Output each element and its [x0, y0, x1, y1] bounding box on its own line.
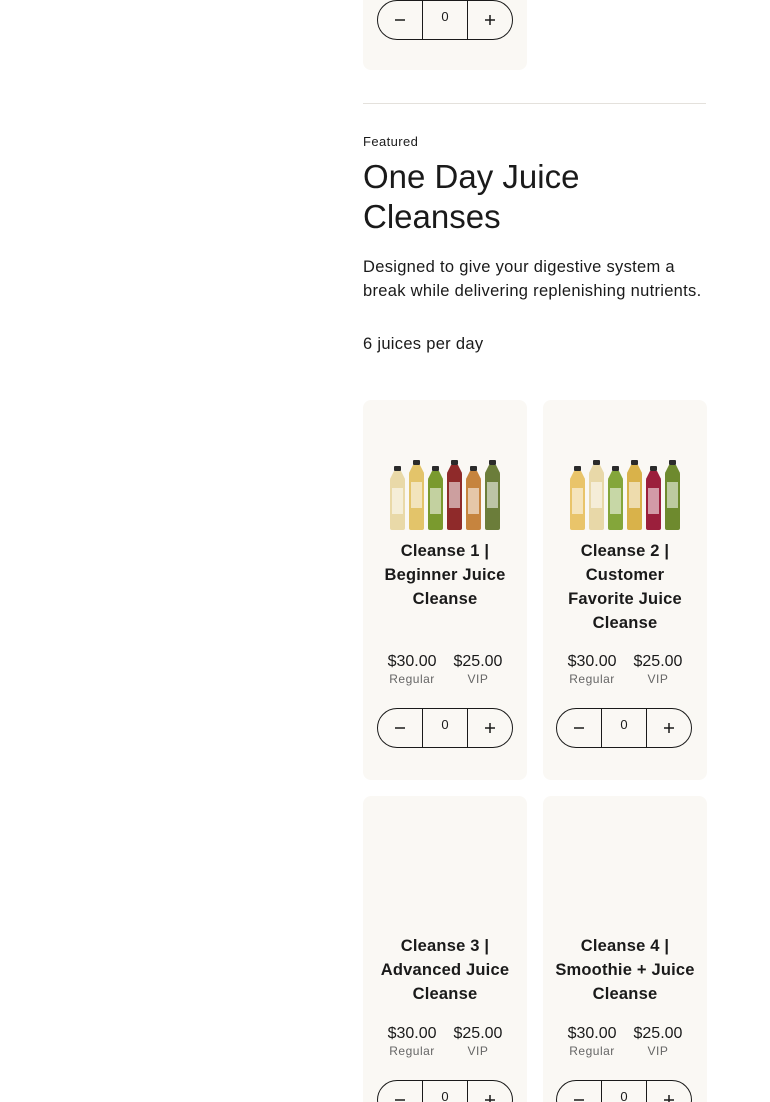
price-row: $30.00 Regular $25.00 VIP [543, 1024, 707, 1058]
regular-price-label: Regular [569, 1044, 615, 1058]
minus-icon [395, 1099, 405, 1101]
juice-bottle [627, 460, 642, 530]
juice-bottle [447, 460, 462, 530]
quantity-value[interactable]: 0 [422, 1081, 468, 1102]
minus-icon [395, 19, 405, 21]
regular-price: $30.00 [567, 1025, 617, 1042]
juice-bottle [409, 460, 424, 530]
vip-price-label: VIP [467, 1044, 489, 1058]
juice-bottle [428, 466, 443, 530]
juice-bottle [646, 466, 661, 530]
juice-bottle [589, 460, 604, 530]
plus-icon [664, 723, 674, 733]
quantity-stepper: 0 [377, 708, 513, 748]
product-card[interactable]: Cleanse 2 | Customer Favorite Juice Clea… [543, 400, 707, 780]
vip-price: $25.00 [453, 653, 503, 670]
quantity-stepper: 0 [556, 1080, 692, 1102]
product-name[interactable]: Cleanse 1 | Beginner Juice Cleanse [371, 539, 519, 611]
plus-icon [485, 723, 495, 733]
product-card[interactable]: Cleanse 4 | Smoothie + Juice Cleanse $30… [543, 796, 707, 1102]
vip-price-label: VIP [467, 672, 489, 686]
plus-icon [664, 1095, 674, 1102]
plus-icon [485, 1095, 495, 1102]
quantity-value[interactable]: 0 [601, 1081, 647, 1102]
vip-price: $25.00 [453, 1025, 503, 1042]
increase-button[interactable] [647, 1081, 691, 1102]
section-title: One Day Juice Cleanses [363, 158, 580, 235]
section-eyebrow: Featured [363, 134, 419, 149]
vip-price-label: VIP [647, 672, 669, 686]
decrease-button[interactable] [378, 1081, 422, 1102]
quantity-value[interactable]: 0 [601, 709, 647, 747]
quantity-stepper: 0 [377, 1080, 513, 1102]
vip-price: $25.00 [633, 653, 683, 670]
quantity-stepper: 0 [556, 708, 692, 748]
regular-price-label: Regular [389, 672, 435, 686]
juice-bottle [485, 460, 500, 530]
page: 0 Featured One Day Juice Cleanses Design… [0, 0, 770, 1102]
regular-price-label: Regular [569, 672, 615, 686]
product-card[interactable]: Cleanse 1 | Beginner Juice Cleanse $30.0… [363, 400, 527, 780]
regular-price: $30.00 [567, 653, 617, 670]
quantity-stepper: 0 [377, 0, 513, 40]
price-row: $30.00 Regular $25.00 VIP [363, 652, 527, 686]
juices-per-day: 6 juices per day [363, 335, 484, 353]
decrease-button[interactable] [557, 1081, 601, 1102]
price-row: $30.00 Regular $25.00 VIP [543, 652, 707, 686]
juice-bottles-image [570, 460, 680, 530]
increase-button[interactable] [468, 709, 512, 747]
regular-price-label: Regular [389, 1044, 435, 1058]
juice-bottle [570, 466, 585, 530]
decrease-button[interactable] [378, 709, 422, 747]
juice-bottle [665, 460, 680, 530]
quantity-value[interactable]: 0 [422, 1, 468, 39]
increase-button[interactable] [468, 1081, 512, 1102]
quantity-value[interactable]: 0 [422, 709, 468, 747]
regular-price: $30.00 [387, 653, 437, 670]
juice-bottle [608, 466, 623, 530]
juice-bottle [390, 466, 405, 530]
product-card-previous: 0 [363, 0, 527, 70]
juice-bottle [466, 466, 481, 530]
increase-button[interactable] [647, 709, 691, 747]
decrease-button[interactable] [557, 709, 601, 747]
product-name[interactable]: Cleanse 4 | Smoothie + Juice Cleanse [551, 934, 699, 1006]
regular-price: $30.00 [387, 1025, 437, 1042]
vip-price-label: VIP [647, 1044, 669, 1058]
product-card[interactable]: Cleanse 3 | Advanced Juice Cleanse $30.0… [363, 796, 527, 1102]
vip-price: $25.00 [633, 1025, 683, 1042]
increase-button[interactable] [468, 1, 512, 39]
price-row: $30.00 Regular $25.00 VIP [363, 1024, 527, 1058]
juice-bottles-image [390, 460, 500, 530]
section-divider [363, 103, 706, 104]
decrease-button[interactable] [378, 1, 422, 39]
section-description: Designed to give your digestive system a… [363, 258, 702, 300]
minus-icon [574, 1099, 584, 1101]
minus-icon [395, 727, 405, 729]
minus-icon [574, 727, 584, 729]
plus-icon [485, 15, 495, 25]
product-name[interactable]: Cleanse 2 | Customer Favorite Juice Clea… [551, 539, 699, 635]
product-name[interactable]: Cleanse 3 | Advanced Juice Cleanse [371, 934, 519, 1006]
